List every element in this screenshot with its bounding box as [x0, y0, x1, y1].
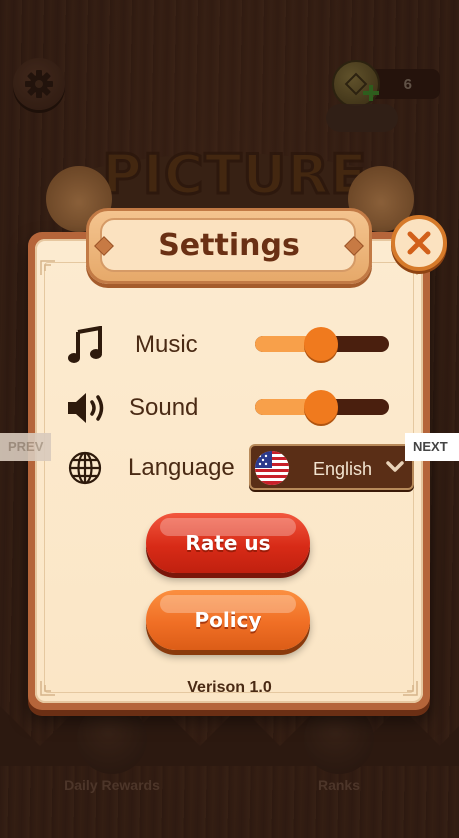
next-button[interactable]: NEXT — [405, 433, 459, 461]
chevron-down-icon — [386, 461, 404, 472]
language-select[interactable]: English — [249, 444, 414, 490]
rate-us-label: Rate us — [185, 531, 271, 555]
prev-button[interactable]: PREV — [0, 433, 51, 461]
corner-ornament — [40, 260, 55, 275]
version-text: Verison 1.0 — [187, 679, 272, 696]
music-slider[interactable] — [255, 327, 389, 361]
rate-us-button[interactable]: Rate us — [146, 513, 310, 573]
sound-label: Sound — [129, 394, 199, 421]
settings-title: Settings — [158, 228, 300, 263]
sound-slider-knob[interactable] — [303, 390, 338, 424]
settings-header: Settings — [86, 208, 372, 284]
music-label: Music — [135, 331, 198, 358]
policy-label: Policy — [194, 608, 262, 632]
us-flag-icon — [255, 451, 289, 485]
sound-slider[interactable] — [255, 390, 389, 424]
policy-button[interactable]: Policy — [146, 590, 310, 650]
game-screen: 6 PICTURE Daily Rewards Ranks Settings M… — [0, 0, 459, 838]
close-button[interactable] — [391, 215, 447, 271]
music-note-icon — [68, 326, 102, 363]
music-slider-knob[interactable] — [303, 327, 338, 361]
globe-icon — [68, 451, 102, 485]
close-icon — [407, 231, 431, 255]
language-value: English — [313, 459, 373, 479]
speaker-icon — [68, 393, 104, 423]
language-label: Language — [128, 454, 235, 481]
